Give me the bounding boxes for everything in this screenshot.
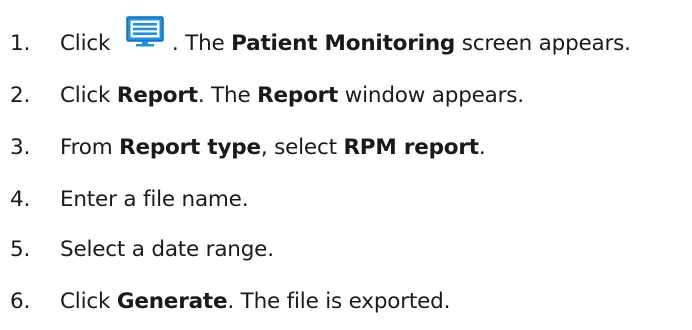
step-2: 2. Click Report. The Report window appea…: [0, 76, 692, 116]
step-text: Click Report. The Report window appears.: [60, 83, 524, 108]
step-4: 4. Enter a file name.: [0, 180, 692, 220]
step-text: Click Generate. The file is exported.: [60, 289, 451, 314]
step-5: 5. Select a date range.: [0, 230, 692, 270]
step-text: Select a date range.: [60, 237, 274, 262]
icon-stand: [141, 41, 148, 44]
icon-base: [135, 44, 154, 47]
patient-monitoring-list-icon: [119, 16, 171, 54]
step-text: Enter a file name.: [60, 187, 249, 212]
step-number: 2.: [10, 83, 31, 108]
step-3: 3. From Report type, select RPM report.: [0, 128, 692, 168]
icon-line-1: [132, 23, 157, 26]
step-number: 4.: [10, 187, 31, 212]
step-number: 3.: [10, 135, 31, 160]
step-text: Click . The Patient Monitoring screen ap…: [60, 16, 631, 64]
step-number: 6.: [10, 289, 31, 314]
step-number: 1.: [10, 31, 31, 56]
patient-monitoring-list-icon-graphic: [126, 16, 164, 47]
step-6: 6. Click Generate. The file is exported.: [0, 282, 692, 322]
step-text: From Report type, select RPM report.: [60, 135, 486, 160]
step-1: 1. Click . The Patient Monitoring screen…: [0, 16, 692, 64]
icon-line-3: [132, 32, 157, 35]
icon-line-2: [132, 27, 157, 31]
step-number: 5.: [10, 237, 31, 262]
